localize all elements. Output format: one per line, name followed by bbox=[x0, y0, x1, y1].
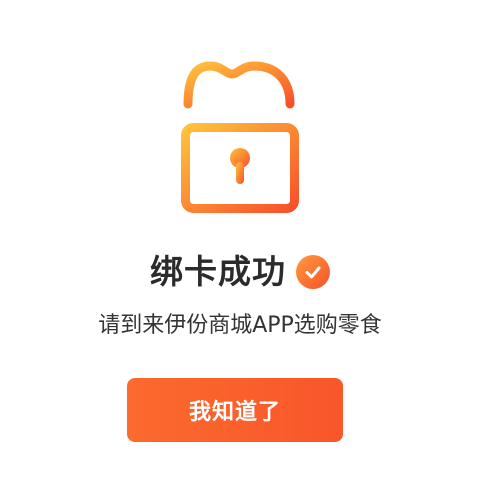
success-title: 绑卡成功 bbox=[150, 252, 286, 291]
unlocked-padlock-icon bbox=[178, 58, 302, 214]
success-title-row: 绑卡成功 bbox=[0, 250, 480, 294]
success-subtitle: 请到来伊份商城APP选购零食 bbox=[98, 313, 382, 338]
bind-card-success-screen: 绑卡成功 请到来伊份商城APP选购零食 我知道了 bbox=[0, 0, 480, 480]
check-circle-icon bbox=[296, 255, 330, 289]
got-it-button[interactable]: 我知道了 bbox=[127, 378, 343, 442]
